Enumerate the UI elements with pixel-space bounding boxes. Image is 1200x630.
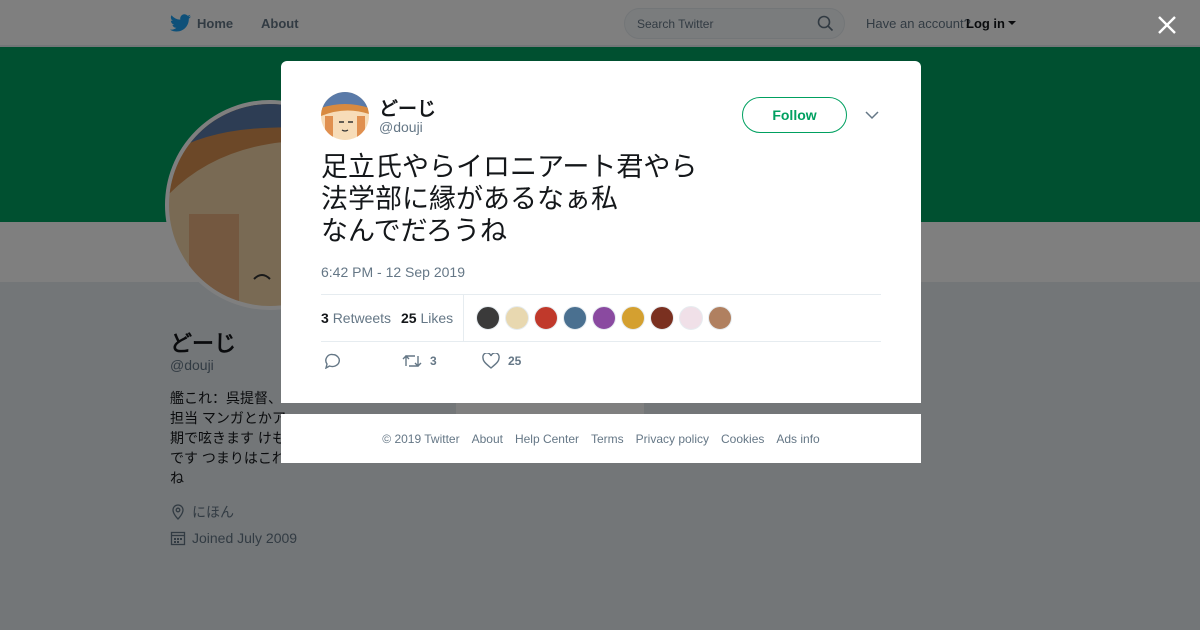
retweet-action-count: 3 — [430, 354, 437, 368]
footer-ads-link[interactable]: Ads info — [776, 432, 819, 446]
liker-avatar[interactable] — [476, 306, 500, 330]
liker-avatar[interactable] — [592, 306, 616, 330]
like-action[interactable]: 25 — [482, 353, 521, 369]
tweet-text: 足立氏やらイロニアート君やら 法学部に縁があるなぁ私 なんでだろうね — [321, 152, 698, 247]
close-icon[interactable] — [1156, 14, 1178, 36]
retweet-icon[interactable] — [402, 353, 422, 369]
tweet-stats: 3 Retweets 25 Likes — [321, 294, 881, 342]
likes-label: Likes — [420, 310, 454, 326]
liker-avatar[interactable] — [505, 306, 529, 330]
like-action-count: 25 — [508, 354, 522, 368]
likes-stat[interactable]: 25 Likes — [401, 310, 453, 326]
liker-avatar[interactable] — [650, 306, 674, 330]
liker-avatar[interactable] — [563, 306, 587, 330]
reply-action[interactable] — [324, 353, 341, 369]
stats-divider — [463, 295, 464, 341]
retweets-count: 3 — [321, 310, 329, 326]
likes-count: 25 — [401, 310, 417, 326]
footer-privacy-link[interactable]: Privacy policy — [636, 432, 709, 446]
tweet-author-avatar[interactable] — [321, 92, 369, 140]
liker-avatar[interactable] — [621, 306, 645, 330]
footer-cookies-link[interactable]: Cookies — [721, 432, 764, 446]
retweets-label: Retweets — [332, 310, 392, 326]
reply-icon[interactable] — [324, 353, 341, 369]
heart-icon[interactable] — [482, 353, 500, 369]
tweet-actions: 3 25 — [321, 353, 621, 373]
liker-avatars — [476, 306, 732, 330]
follow-button[interactable]: Follow — [742, 97, 847, 133]
footer-about-link[interactable]: About — [472, 432, 503, 446]
liker-avatar[interactable] — [708, 306, 732, 330]
modal-footer: © 2019 Twitter About Help Center Terms P… — [281, 414, 921, 463]
liker-avatar[interactable] — [679, 306, 703, 330]
tweet-timestamp[interactable]: 6:42 PM - 12 Sep 2019 — [321, 264, 465, 280]
tweet-modal: どーじ @douji Follow 足立氏やらイロニアート君やら 法学部に縁があ… — [281, 61, 921, 403]
chevron-down-icon[interactable] — [865, 110, 879, 120]
tweet-author-handle[interactable]: @douji — [379, 119, 423, 135]
retweets-stat[interactable]: 3 Retweets — [321, 310, 391, 326]
footer-terms-link[interactable]: Terms — [591, 432, 624, 446]
footer-copyright: © 2019 Twitter — [382, 431, 460, 446]
footer-help-link[interactable]: Help Center — [515, 432, 579, 446]
liker-avatar[interactable] — [534, 306, 558, 330]
retweet-action[interactable]: 3 — [402, 353, 437, 369]
tweet-author-name[interactable]: どーじ — [379, 94, 436, 121]
